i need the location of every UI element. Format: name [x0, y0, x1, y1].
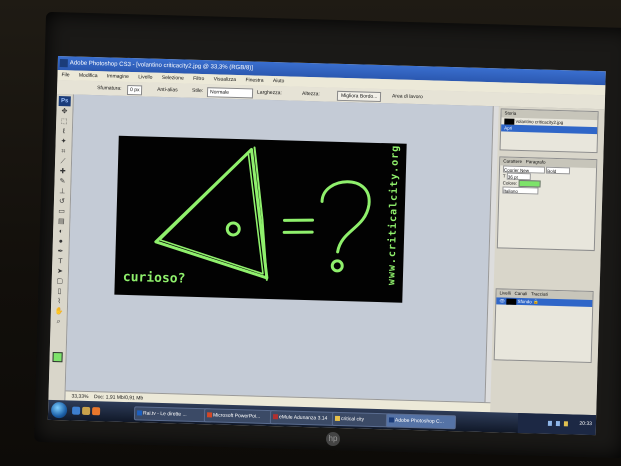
history-item-open[interactable]: Apri	[501, 124, 598, 135]
layer-thumbnail	[506, 298, 517, 305]
flyer-caption: curioso?	[122, 269, 186, 287]
tab-paths[interactable]: Tracciati	[531, 291, 548, 296]
foreground-color-swatch[interactable]	[52, 351, 63, 363]
pen-tool-icon[interactable]: ✒	[55, 248, 65, 256]
menu-layer[interactable]: Livello	[138, 74, 152, 80]
tab-channels[interactable]: Canali	[515, 291, 528, 296]
feather-input[interactable]: 0 px	[126, 84, 143, 96]
task-label: Microsoft PowerPoi...	[212, 412, 261, 420]
task-critical-city-folder[interactable]: critical city	[331, 411, 395, 428]
language-select[interactable]: Italiano	[502, 186, 539, 195]
language-row: Italiano	[499, 186, 595, 196]
dodge-tool-icon[interactable]: ●	[56, 238, 66, 246]
workspace-menu[interactable]: Area di lavoro	[392, 92, 423, 101]
task-emule[interactable]: eMule Adunanza 3.14	[269, 410, 341, 427]
layers-panel: Livelli Canali Tracciati 👁 Sfondo 🔒	[493, 288, 594, 364]
lock-icon: 🔒	[533, 299, 539, 305]
eye-icon[interactable]: 👁	[499, 298, 505, 303]
menu-edit[interactable]: Modifica	[79, 73, 98, 80]
move-tool-icon[interactable]: ✥	[59, 108, 69, 116]
menu-image[interactable]: Immagine	[107, 73, 129, 80]
refine-edge-button[interactable]: Migliora Bordo...	[336, 90, 382, 103]
document-image[interactable]: curioso? www.criticalcity.org	[114, 135, 407, 303]
task-powerpoint[interactable]: Microsoft PowerPoi...	[203, 408, 279, 425]
tab-paragraph[interactable]: Paragrafo	[526, 159, 546, 165]
history-brush-tool-icon[interactable]: ↺	[57, 198, 67, 206]
menu-file[interactable]: File	[61, 72, 69, 78]
color-label: Colore:	[502, 180, 518, 186]
zoom-level[interactable]: 33,33%	[71, 394, 88, 400]
browser-icon	[136, 410, 143, 416]
menu-view[interactable]: Visualizza	[214, 76, 237, 83]
task-photoshop[interactable]: Adobe Photoshop C...	[385, 413, 457, 430]
task-label: critical city	[340, 416, 365, 423]
character-panel: Carattere Paragrafo Courier New Bold T 3…	[496, 156, 598, 252]
lasso-tool-icon[interactable]: ℓ	[59, 128, 69, 136]
font-style-select[interactable]: Bold	[546, 166, 571, 175]
network-icon[interactable]	[547, 420, 553, 426]
system-tray: 20:33	[517, 412, 597, 436]
eraser-tool-icon[interactable]: ▭	[57, 208, 67, 216]
menu-help[interactable]: Aiuto	[273, 78, 285, 84]
monitor-brand-logo: hp	[326, 432, 340, 446]
media-quicklaunch-icon[interactable]	[91, 407, 101, 416]
explorer-quicklaunch-icon[interactable]	[81, 406, 91, 416]
feather-label: Sfumatura:	[97, 85, 122, 92]
window-title: Adobe Photoshop CS3 - [volantino critica…	[69, 60, 253, 72]
menu-select[interactable]: Selezione	[162, 75, 184, 82]
marquee-tool-icon[interactable]: ⬚	[59, 118, 69, 126]
eyedropper-tool-icon[interactable]: ⌇	[54, 298, 64, 306]
crop-tool-icon[interactable]: ⌗	[58, 148, 68, 156]
task-label: Rai.tv - Le dirette ...	[142, 410, 187, 418]
magic-wand-tool-icon[interactable]: ✦	[58, 138, 68, 146]
height-label: Altezza:	[301, 90, 320, 98]
healing-tool-icon[interactable]: ✚	[58, 168, 68, 176]
task-label: Adobe Photoshop C...	[394, 417, 444, 425]
photoshop-app-icon	[59, 59, 68, 68]
style-select[interactable]: Normale	[206, 87, 254, 99]
slice-tool-icon[interactable]: ⟋	[58, 158, 68, 166]
zoom-tool-icon[interactable]: ⌕	[53, 318, 63, 326]
history-file-label: volantino criticacity2.jpg	[515, 118, 564, 126]
menu-window[interactable]: Finestra	[245, 77, 263, 84]
font-size-icon: T	[502, 173, 506, 179]
tab-character[interactable]: Carattere	[503, 158, 522, 164]
layer-name: Sfondo	[517, 298, 532, 305]
task-rai-tv[interactable]: Rai.tv - Le dirette ...	[133, 406, 213, 423]
type-tool-icon[interactable]: T	[55, 258, 65, 266]
ps-logo: Ps	[58, 96, 71, 107]
start-button[interactable]	[50, 401, 68, 419]
blur-tool-icon[interactable]: ◐	[56, 228, 66, 236]
width-label: Larghezza:	[256, 89, 282, 97]
tray-app-icon[interactable]	[563, 421, 568, 427]
ie-quicklaunch-icon[interactable]	[71, 406, 81, 415]
task-label: eMule Adunanza 3.14	[278, 414, 328, 422]
notes-tool-icon[interactable]: ▯	[54, 288, 64, 296]
powerpoint-icon	[206, 412, 213, 418]
layer-row-background[interactable]: 👁 Sfondo 🔒	[496, 297, 593, 308]
antialias-checkbox[interactable]: Anti-alias	[157, 86, 178, 95]
tab-layers[interactable]: Livelli	[499, 290, 510, 295]
style-label: Stile:	[191, 87, 204, 95]
stamp-tool-icon[interactable]: ⊥	[57, 188, 67, 196]
menu-filter[interactable]: Filtro	[193, 76, 204, 82]
history-panel: Storia volantino criticacity2.jpg Apri	[499, 108, 599, 154]
folder-icon	[334, 415, 341, 422]
path-selection-tool-icon[interactable]: ➤	[55, 268, 65, 276]
hand-tool-icon[interactable]: ✋	[54, 308, 64, 316]
shape-tool-icon[interactable]: ▢	[55, 278, 65, 286]
screen: Adobe Photoshop CS3 - [volantino critica…	[47, 56, 606, 436]
panel-dock: Storia volantino criticacity2.jpg Apri C…	[490, 106, 605, 416]
volume-icon[interactable]	[555, 421, 560, 427]
emule-icon	[272, 414, 279, 420]
brush-tool-icon[interactable]: ✎	[57, 178, 67, 186]
photoshop-icon	[388, 417, 395, 423]
gradient-tool-icon[interactable]: ▤	[56, 218, 66, 226]
clock[interactable]: 20:33	[579, 421, 592, 427]
